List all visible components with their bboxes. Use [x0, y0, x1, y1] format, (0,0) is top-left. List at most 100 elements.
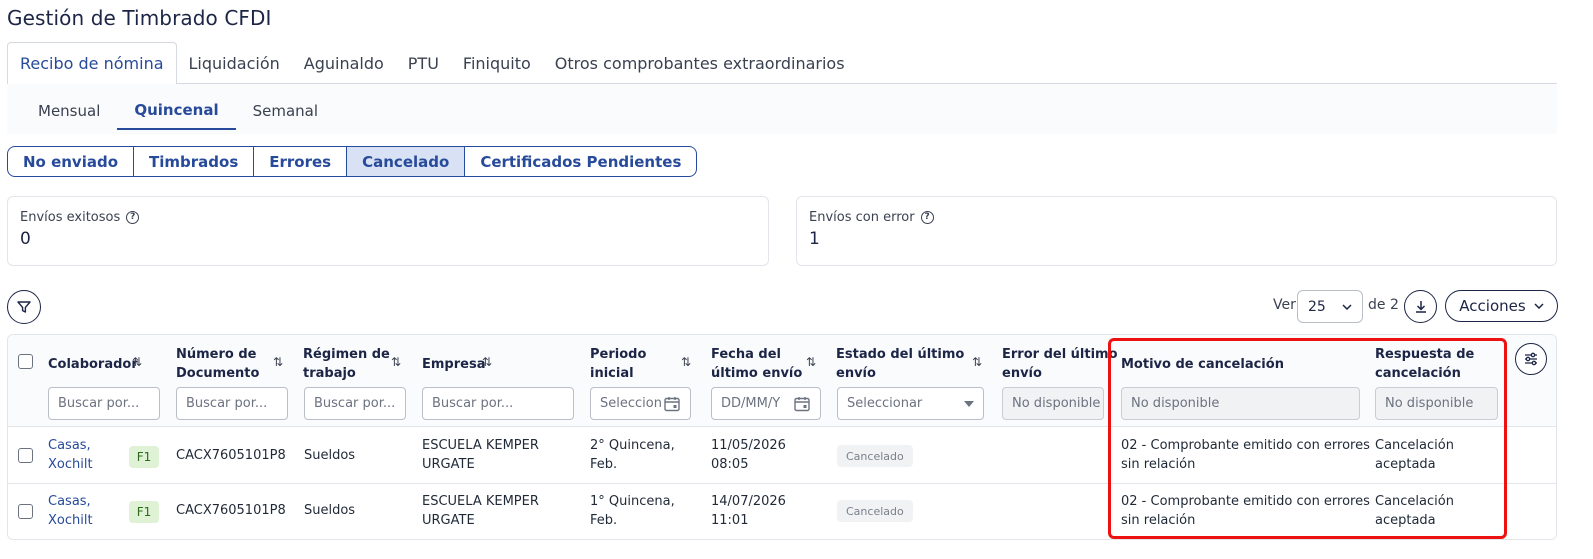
colaborador-link[interactable]: Casas, Xochilt: [48, 436, 93, 474]
filter-button[interactable]: [7, 290, 41, 324]
tab-aguinaldo[interactable]: Aguinaldo: [292, 42, 396, 84]
status-cancelado-button[interactable]: Cancelado: [347, 147, 466, 176]
cell-line: Casas,: [48, 438, 91, 453]
header-line: Periodo: [590, 347, 647, 362]
fecha-placeholder: DD/MM/Y: [721, 396, 781, 411]
colaborador-link[interactable]: Casas, Xochilt: [48, 492, 93, 530]
periodo-cell: 2° Quincena, Feb.: [590, 436, 675, 474]
numero-documento-cell: CACX7605101P8: [176, 503, 286, 518]
page-size-value: 25: [1308, 298, 1326, 315]
actions-button[interactable]: Acciones: [1445, 290, 1558, 322]
sort-icon[interactable]: ⇅: [273, 355, 283, 369]
cell-line: Feb.: [590, 457, 618, 472]
cell-line: 11:01: [711, 513, 749, 528]
frequency-badge: F1: [129, 446, 159, 468]
regimen-search-input[interactable]: Buscar por...: [304, 387, 406, 420]
main-tabs: Recibo de nómina Liquidación Aguinaldo P…: [7, 42, 1557, 85]
fecha-cell: 14/07/2026 11:01: [711, 492, 786, 530]
header-line: Régimen de: [303, 347, 390, 362]
tab-semanal[interactable]: Semanal: [236, 92, 335, 130]
status-timbrados-button[interactable]: Timbrados: [134, 147, 255, 176]
cell-line: Xochilt: [48, 457, 93, 472]
cell-line: Cancelación: [1375, 438, 1454, 453]
cell-line: URGATE: [422, 513, 475, 528]
cell-line: ESCUELA KEMPER: [422, 438, 539, 453]
colaborador-search-input[interactable]: Buscar por...: [48, 387, 160, 420]
help-icon[interactable]: ?: [126, 211, 140, 224]
table-row[interactable]: Casas, Xochilt F1 CACX7605101P8 Sueldos …: [8, 428, 1556, 484]
chevron-down-icon: [1342, 303, 1352, 310]
stat-card-exitosos: Envíos exitosos ? 0: [7, 196, 769, 266]
cell-line: Cancelación: [1375, 494, 1454, 509]
header-fecha-ultimo-envio[interactable]: Fecha del último envío: [711, 345, 802, 383]
stat-card-error: Envíos con error ? 1: [796, 196, 1557, 266]
cell-line: 02 - Comprobante emitido con errores: [1121, 438, 1370, 453]
sort-icon[interactable]: ⇅: [391, 355, 401, 369]
download-button[interactable]: [1404, 290, 1437, 323]
sort-icon[interactable]: ⇅: [681, 355, 691, 369]
fecha-date-input[interactable]: DD/MM/Y: [711, 387, 821, 420]
table-header: Colaborador ⇅ Número de Documento ⇅ Régi…: [8, 335, 1556, 427]
estado-placeholder: Seleccionar: [847, 396, 923, 411]
tab-mensual[interactable]: Mensual: [7, 92, 117, 130]
header-colaborador[interactable]: Colaborador: [48, 355, 138, 374]
column-settings-button[interactable]: [1515, 343, 1547, 375]
header-error-ultimo-envio: Error del último envío: [1002, 345, 1118, 383]
sort-icon[interactable]: ⇅: [972, 355, 982, 369]
status-certificados-pendientes-button[interactable]: Certificados Pendientes: [465, 147, 696, 176]
respuesta-cell: Cancelación aceptada: [1375, 436, 1454, 474]
stat-label-exitosos: Envíos exitosos: [20, 210, 121, 225]
empresa-search-input[interactable]: Buscar por...: [422, 387, 574, 420]
sort-icon[interactable]: ⇅: [806, 355, 816, 369]
status-filter-group: No enviado Timbrados Errores Cancelado C…: [7, 146, 698, 177]
header-line: inicial: [590, 366, 634, 381]
help-icon[interactable]: ?: [920, 211, 934, 224]
tab-liquidacion[interactable]: Liquidación: [177, 42, 292, 84]
cell-line: 02 - Comprobante emitido con errores: [1121, 494, 1370, 509]
cell-line: Xochilt: [48, 513, 93, 528]
tab-ptu[interactable]: PTU: [396, 42, 451, 84]
sort-icon[interactable]: ⇅: [132, 355, 142, 369]
page-size-select[interactable]: 25: [1297, 290, 1363, 323]
stat-value-exitosos: 0: [20, 229, 31, 249]
header-numero-documento[interactable]: Número de Documento: [176, 345, 259, 383]
estado-select[interactable]: Seleccionar: [837, 387, 984, 420]
header-line: Error del último: [1002, 347, 1118, 362]
empresa-cell: ESCUELA KEMPER URGATE: [422, 492, 539, 530]
row-checkbox[interactable]: [18, 504, 33, 519]
row-checkbox[interactable]: [18, 448, 33, 463]
status-no-enviado-button[interactable]: No enviado: [8, 147, 135, 176]
page-size-label: Ver: [1273, 297, 1296, 313]
header-periodo-inicial[interactable]: Periodo inicial: [590, 345, 646, 383]
actions-label: Acciones: [1459, 297, 1526, 315]
tab-recibo-de-nomina[interactable]: Recibo de nómina: [7, 42, 177, 85]
chevron-down-icon: [1534, 303, 1544, 309]
page-title: Gestión de Timbrado CFDI: [7, 6, 272, 30]
header-regimen[interactable]: Régimen de trabajo: [303, 345, 390, 383]
sort-icon[interactable]: ⇅: [482, 355, 492, 369]
motivo-cell: 02 - Comprobante emitido con errores sin…: [1121, 492, 1370, 530]
table-row[interactable]: Casas, Xochilt F1 CACX7605101P8 Sueldos …: [8, 484, 1556, 539]
status-badge: Cancelado: [837, 445, 913, 467]
periodo-date-input[interactable]: Seleccion: [590, 387, 691, 420]
header-line: Estado del último: [836, 347, 965, 362]
cell-line: 14/07/2026: [711, 494, 786, 509]
tab-quincenal[interactable]: Quincenal: [117, 92, 236, 130]
caret-down-icon: [964, 400, 974, 407]
tab-otros-comprobantes[interactable]: Otros comprobantes extraordinarios: [543, 42, 857, 84]
cell-line: 1° Quincena,: [590, 494, 675, 509]
respuesta-filter-disabled: No disponible: [1375, 387, 1498, 420]
numero-documento-search-input[interactable]: Buscar por...: [176, 387, 288, 420]
header-empresa[interactable]: Empresa: [422, 355, 485, 374]
header-line: último envío: [711, 366, 803, 381]
period-tabs: Mensual Quincenal Semanal: [7, 92, 335, 132]
header-line: envío: [836, 366, 876, 381]
header-line: Documento: [176, 366, 260, 381]
cell-line: Casas,: [48, 494, 91, 509]
select-all-checkbox[interactable]: [18, 354, 33, 369]
cell-line: Feb.: [590, 513, 618, 528]
filter-icon: [17, 301, 31, 313]
header-estado-ultimo-envio[interactable]: Estado del último envío: [836, 345, 964, 383]
status-errores-button[interactable]: Errores: [254, 147, 348, 176]
tab-finiquito[interactable]: Finiquito: [451, 42, 543, 84]
